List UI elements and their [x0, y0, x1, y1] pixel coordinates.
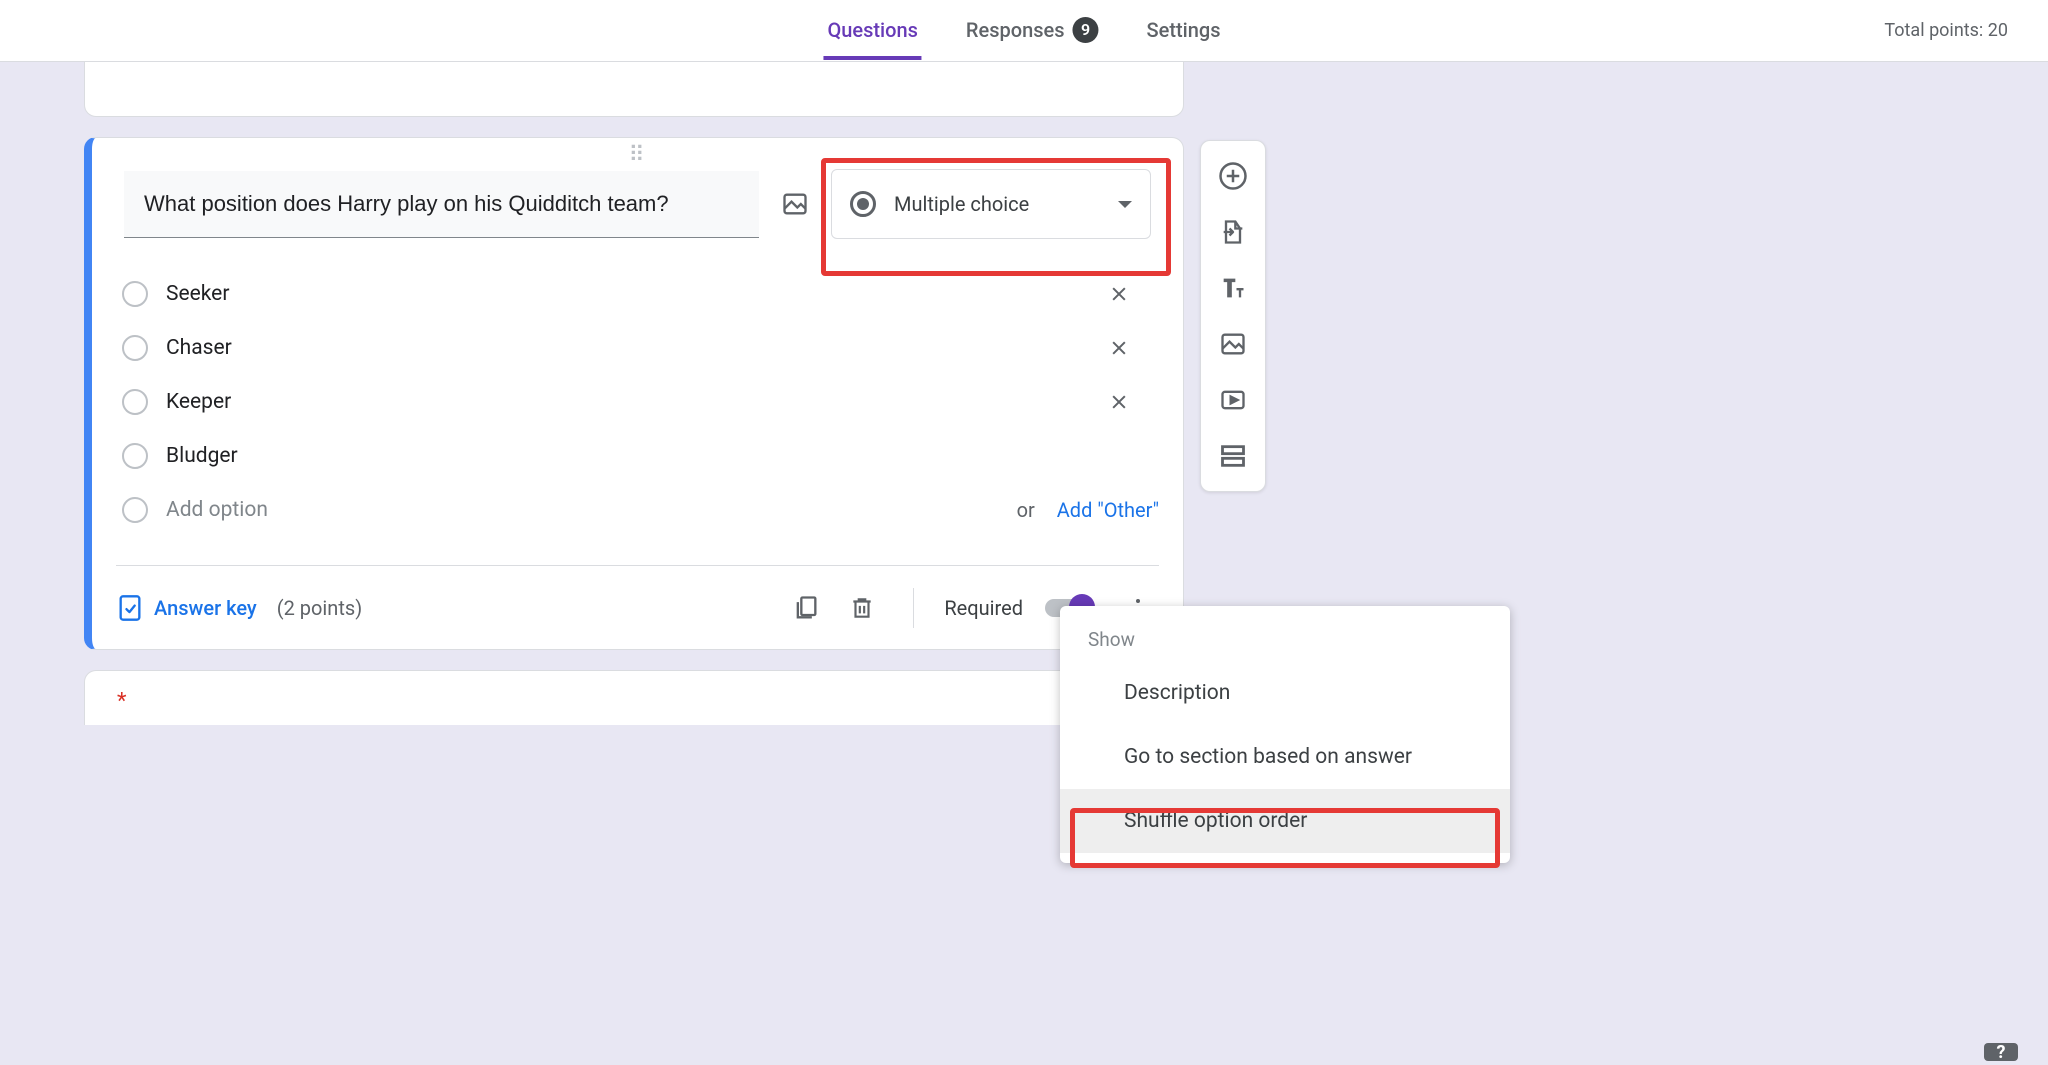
add-question-button[interactable]: [1218, 161, 1248, 191]
multiple-choice-icon: [850, 191, 876, 217]
form-column: ⠿ Multiple choice Seek: [84, 62, 1184, 725]
question-header: Multiple choice: [92, 163, 1183, 243]
radio-icon: [122, 281, 148, 307]
tab-responses-label: Responses: [966, 18, 1065, 42]
or-label: or: [1017, 498, 1035, 522]
add-other-button[interactable]: Add "Other": [1057, 498, 1159, 522]
answer-key-icon: [116, 594, 144, 622]
drag-handle-icon[interactable]: ⠿: [92, 138, 1183, 163]
image-icon: [781, 190, 809, 218]
menu-item-description[interactable]: Description: [1060, 661, 1510, 725]
add-section-button[interactable]: [1218, 441, 1248, 471]
next-question-card[interactable]: *: [84, 670, 1184, 725]
menu-header: Show: [1060, 624, 1510, 661]
plus-circle-icon: [1218, 161, 1248, 191]
tab-questions[interactable]: Questions: [823, 2, 921, 60]
answer-key-label: Answer key: [154, 596, 257, 620]
chevron-down-icon: [1118, 201, 1132, 208]
side-toolbar: [1200, 140, 1266, 492]
add-title-button[interactable]: [1218, 273, 1248, 303]
radio-icon: [122, 389, 148, 415]
menu-item-shuffle[interactable]: Shuffle option order: [1060, 789, 1510, 853]
tabs-group: Questions Responses 9 Settings: [823, 1, 1224, 61]
question-more-menu: Show Description Go to section based on …: [1060, 606, 1510, 863]
required-star: *: [117, 689, 126, 714]
add-video-button[interactable]: [1218, 385, 1248, 415]
total-points-label: Total points: 20: [1884, 20, 2008, 41]
remove-option-button[interactable]: [1099, 338, 1139, 358]
question-type-label: Multiple choice: [894, 192, 1100, 216]
duplicate-button[interactable]: [785, 587, 827, 629]
option-label[interactable]: Seeker: [166, 282, 1081, 306]
add-image-button[interactable]: [777, 186, 813, 222]
copy-icon: [792, 594, 820, 622]
question-card-active: ⠿ Multiple choice Seek: [84, 137, 1184, 650]
text-title-icon: [1219, 274, 1247, 302]
option-row[interactable]: Bludger: [122, 429, 1159, 483]
add-option-button[interactable]: Add option: [166, 498, 995, 522]
import-icon: [1219, 218, 1247, 246]
question-footer: Answer key (2 points) Required: [116, 565, 1159, 649]
responses-count-badge: 9: [1073, 17, 1099, 43]
image-icon: [1219, 330, 1247, 358]
required-label: Required: [944, 596, 1023, 620]
points-label: (2 points): [277, 596, 362, 620]
radio-icon: [122, 443, 148, 469]
section-icon: [1219, 442, 1247, 470]
close-icon: [1109, 338, 1129, 358]
option-label[interactable]: Bludger: [166, 444, 1081, 468]
top-tabbar: Questions Responses 9 Settings Total poi…: [0, 0, 2048, 62]
options-list: Seeker Chaser Keeper: [92, 243, 1183, 545]
remove-option-button[interactable]: [1099, 284, 1139, 304]
option-row[interactable]: Seeker: [122, 267, 1159, 321]
option-label[interactable]: Chaser: [166, 336, 1081, 360]
delete-button[interactable]: [841, 587, 883, 629]
video-icon: [1219, 386, 1247, 414]
menu-item-goto-section[interactable]: Go to section based on answer: [1060, 725, 1510, 789]
radio-icon: [122, 335, 148, 361]
import-questions-button[interactable]: [1218, 217, 1248, 247]
close-icon: [1109, 284, 1129, 304]
previous-question-card[interactable]: [84, 62, 1184, 117]
add-image-button-side[interactable]: [1218, 329, 1248, 359]
trash-icon: [849, 595, 875, 621]
question-type-select[interactable]: Multiple choice: [831, 169, 1151, 239]
option-row[interactable]: Chaser: [122, 321, 1159, 375]
radio-icon: [122, 497, 148, 523]
tab-responses[interactable]: Responses 9: [962, 1, 1103, 61]
main-area: ⠿ Multiple choice Seek: [0, 62, 2048, 1065]
divider: [913, 588, 914, 628]
help-button[interactable]: ?: [1984, 1043, 2018, 1061]
option-label[interactable]: Keeper: [166, 390, 1081, 414]
close-icon: [1109, 392, 1129, 412]
remove-option-button[interactable]: [1099, 392, 1139, 412]
question-title-input[interactable]: [124, 171, 759, 238]
add-option-row: Add option or Add "Other": [122, 483, 1159, 537]
answer-key-button[interactable]: Answer key: [116, 594, 257, 622]
tab-settings[interactable]: Settings: [1143, 2, 1225, 60]
option-row[interactable]: Keeper: [122, 375, 1159, 429]
